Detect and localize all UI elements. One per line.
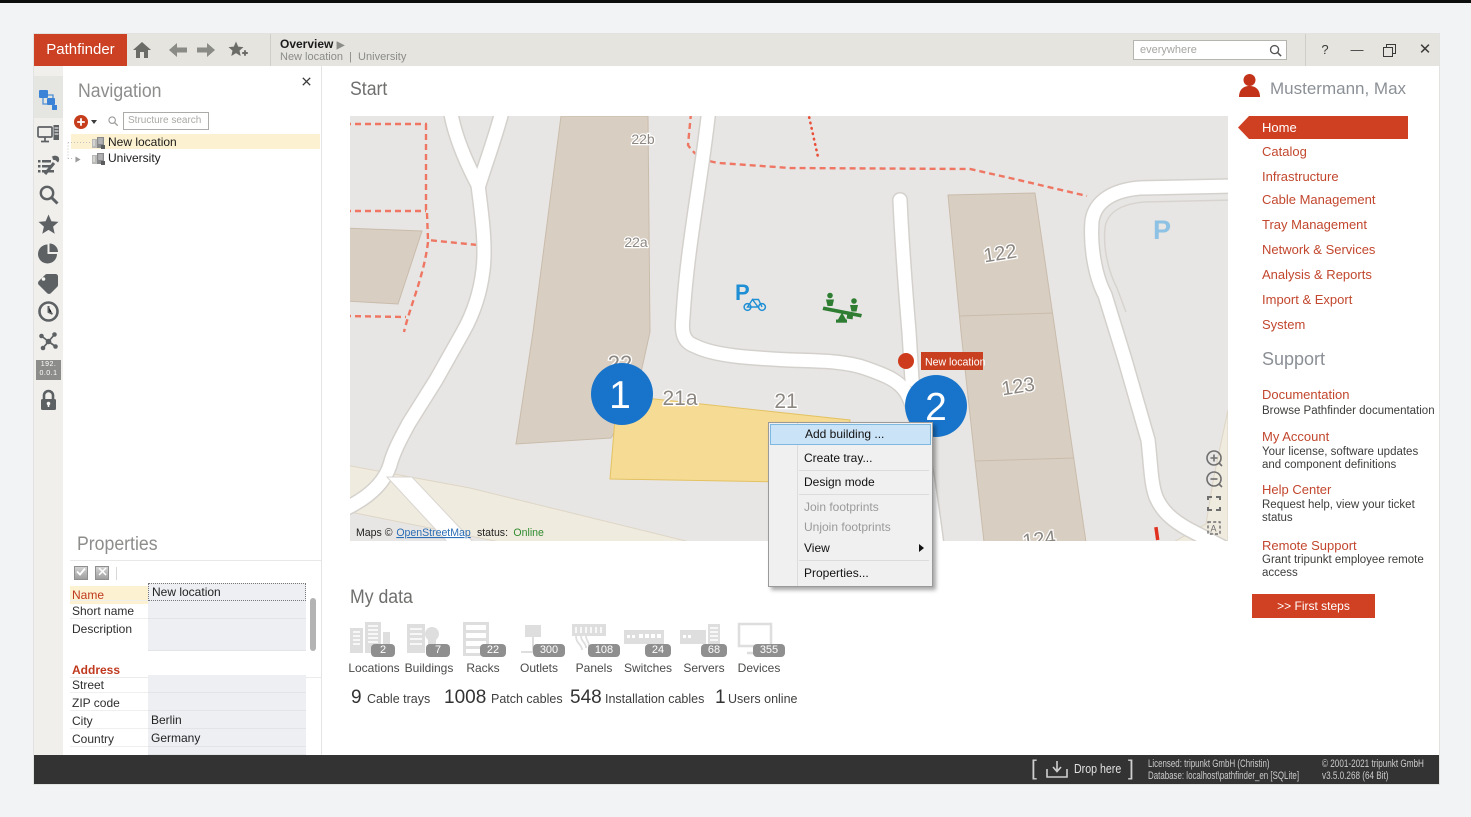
svg-text:Online: Online: [513, 527, 543, 539]
svg-text:OpenStreetMap: OpenStreetMap: [396, 527, 470, 539]
svg-text:21a: 21a: [662, 387, 697, 410]
svg-text:22b: 22b: [631, 131, 655, 147]
svg-text:status:: status:: [477, 527, 508, 539]
svg-text:22a: 22a: [624, 234, 648, 250]
svg-text:A: A: [1211, 524, 1217, 534]
svg-text:P: P: [735, 280, 750, 305]
svg-text:New location: New location: [925, 356, 985, 368]
svg-text:21: 21: [774, 390, 797, 413]
svg-text:P: P: [1153, 215, 1171, 245]
svg-text:Maps ©: Maps ©: [356, 527, 393, 539]
svg-text:1: 1: [609, 374, 631, 417]
